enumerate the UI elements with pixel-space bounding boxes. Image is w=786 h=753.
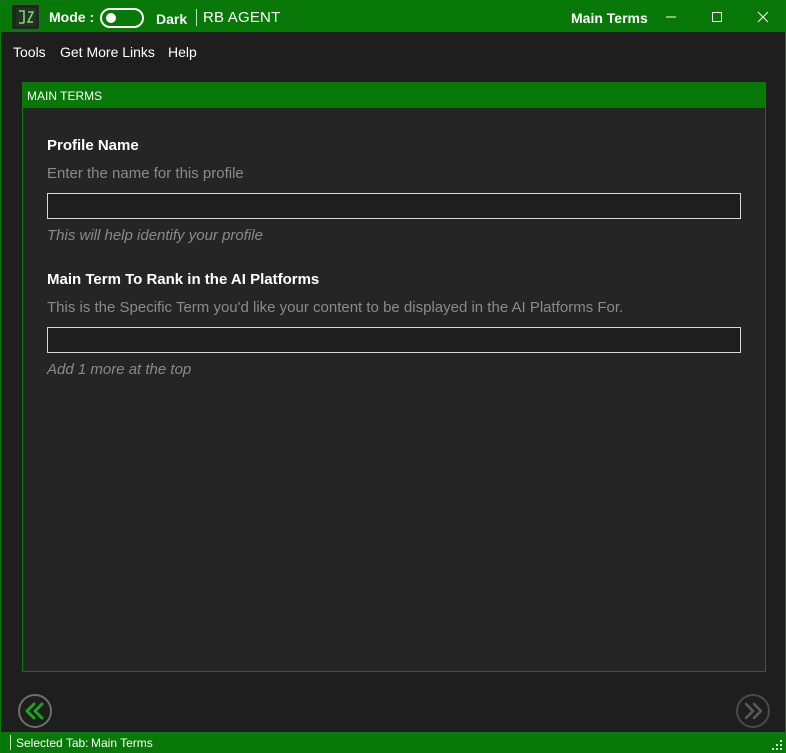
status-divider (10, 735, 11, 750)
profile-name-input[interactable] (47, 193, 741, 219)
next-button[interactable] (736, 694, 770, 728)
window-title: Main Terms (571, 10, 648, 26)
previous-button[interactable] (18, 694, 52, 728)
menu-tools[interactable]: Tools (13, 44, 46, 60)
main-term-description: This is the Specific Term you'd like you… (47, 299, 624, 316)
status-bar: Selected Tab: Main Terms (1, 732, 785, 753)
double-chevron-right-icon (744, 702, 763, 720)
toggle-knob (106, 13, 116, 23)
menu-help[interactable]: Help (168, 44, 197, 60)
title-bar[interactable]: Mode : Dark RB AGENT Main Terms (1, 1, 785, 32)
main-term-input[interactable] (47, 327, 741, 353)
app-icon[interactable] (11, 4, 40, 30)
close-icon (757, 11, 769, 23)
close-button[interactable] (748, 4, 778, 30)
profile-name-title: Profile Name (47, 137, 139, 154)
status-selected-tab: Main Terms (91, 736, 153, 750)
main-term-title: Main Term To Rank in the AI Platforms (47, 271, 320, 288)
app-name: RB AGENT (203, 9, 281, 26)
resize-grip-icon[interactable] (772, 740, 782, 750)
title-divider (196, 9, 197, 26)
minimize-button[interactable] (656, 4, 686, 30)
main-term-hint: Add 1 more at the top (47, 361, 192, 378)
mode-label: Mode : (49, 9, 95, 25)
maximize-icon (712, 12, 722, 22)
panel-header: MAIN TERMS (23, 83, 765, 108)
mode-value-label: Dark (156, 11, 188, 27)
dark-mode-toggle[interactable] (100, 8, 144, 28)
minimize-icon (666, 16, 676, 18)
profile-name-hint: This will help identify your profile (47, 227, 263, 244)
profile-name-description: Enter the name for this profile (47, 165, 244, 182)
menu-bar: Tools Get More Links Help (1, 32, 785, 72)
double-chevron-left-icon (25, 702, 44, 720)
main-terms-panel: MAIN TERMS Profile Name Enter the name f… (22, 82, 766, 672)
maximize-button[interactable] (702, 4, 732, 30)
app-window: Mode : Dark RB AGENT Main Terms Tools Ge… (0, 0, 786, 753)
status-label: Selected Tab: (16, 736, 89, 750)
menu-get-more-links[interactable]: Get More Links (60, 44, 155, 60)
